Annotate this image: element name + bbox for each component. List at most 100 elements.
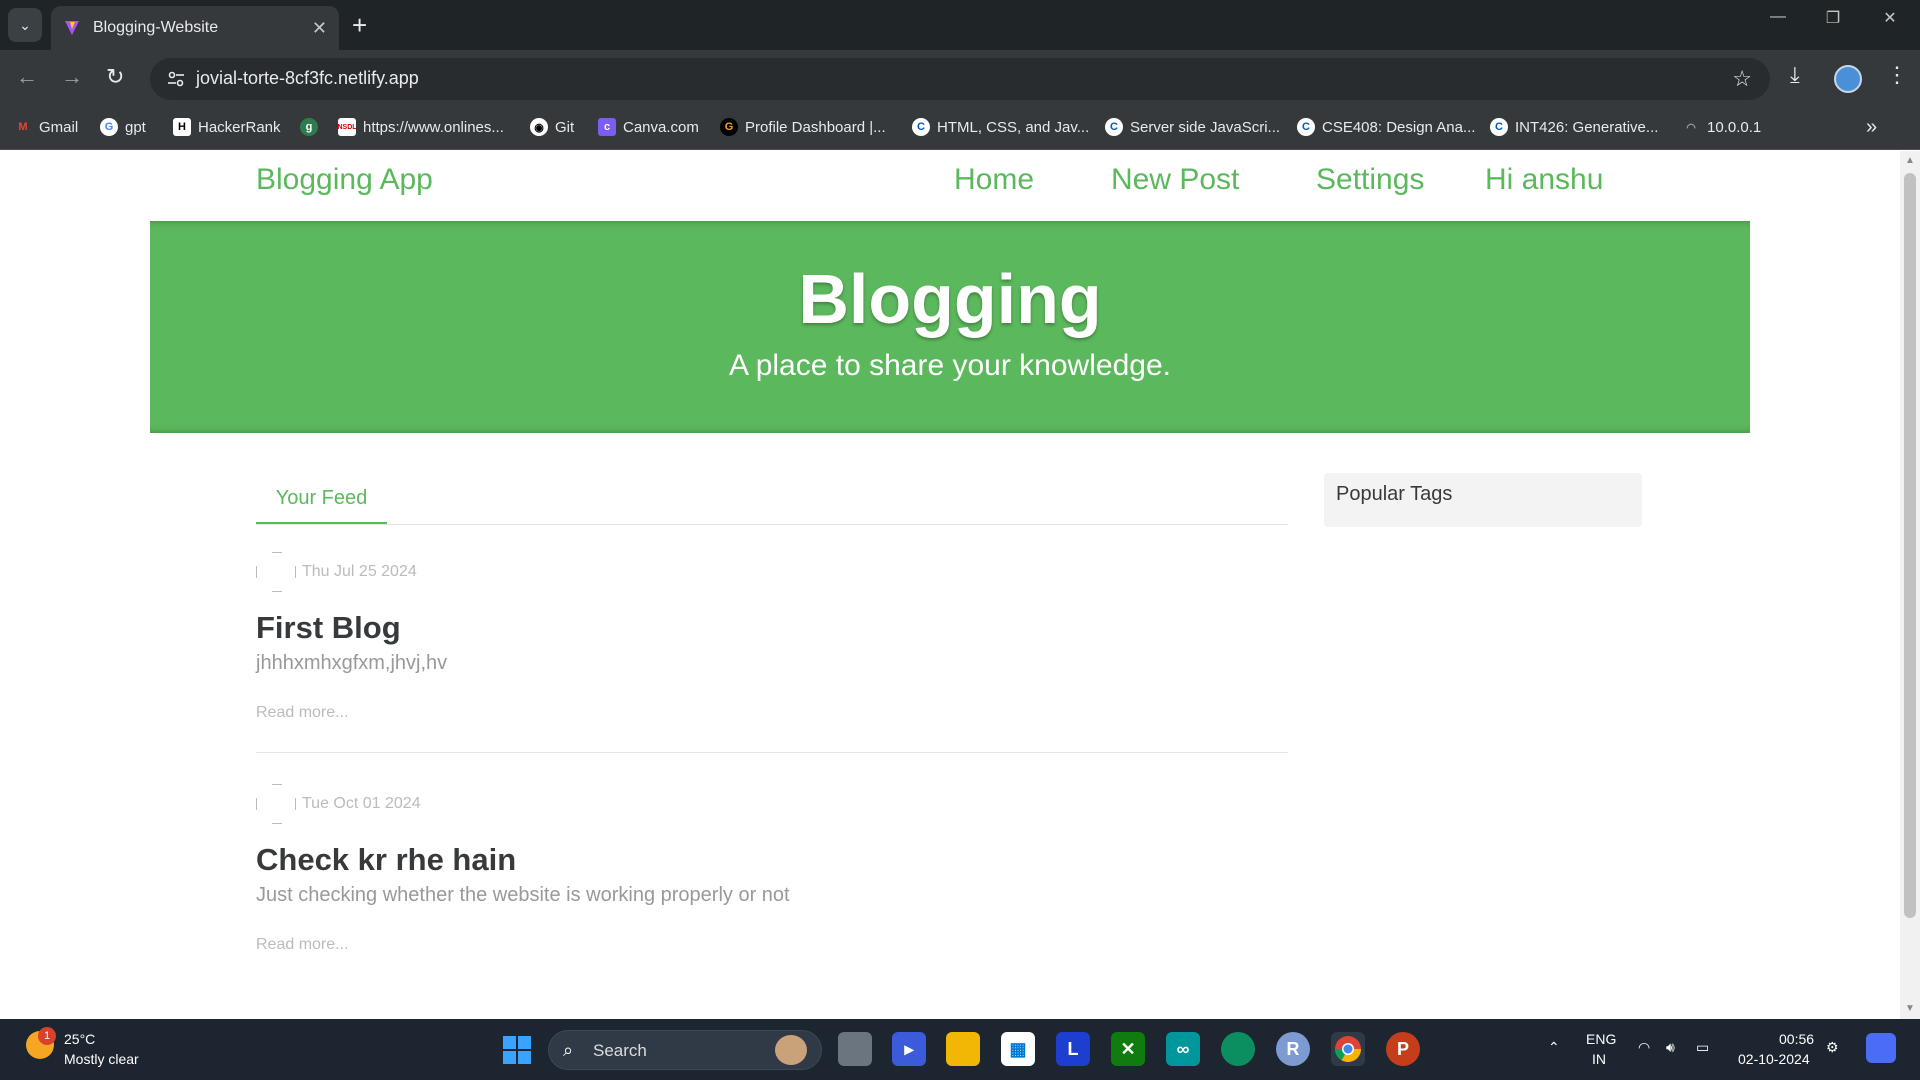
bookmark-canva[interactable]: c Canva.com xyxy=(598,118,699,136)
profile-icon: G xyxy=(720,118,738,136)
back-button[interactable]: ← xyxy=(16,64,38,90)
tab-title: Blogging-Website xyxy=(93,19,219,36)
battery-icon[interactable]: ▭ xyxy=(1696,1039,1709,1056)
bookmark-nsdl[interactable]: NSDL https://www.onlines... xyxy=(337,118,504,136)
read-more-link[interactable]: Read more... xyxy=(256,936,348,954)
brand-link[interactable]: Blogging App xyxy=(256,163,433,197)
hero-banner: Blogging A place to share your knowledge… xyxy=(150,221,1750,433)
taskbar-search[interactable]: ⌕ Search xyxy=(548,1030,822,1070)
nsdl-icon: NSDL xyxy=(337,118,357,136)
hackerrank-icon: H xyxy=(173,118,191,136)
google-icon: G xyxy=(100,118,118,136)
vite-favicon-icon xyxy=(65,21,79,35)
edge-icon[interactable] xyxy=(1221,1032,1255,1066)
bookmark-cse408[interactable]: C CSE408: Design Ana... xyxy=(1297,118,1475,136)
popular-tags-panel: Popular Tags xyxy=(1324,473,1642,527)
bookmark-gpt[interactable]: Ggpt xyxy=(100,118,146,136)
browser-titlebar: ⌄ Blogging-Website ✕ + — ❐ ✕ xyxy=(0,0,1920,50)
article-description[interactable]: Just checking whether the website is wor… xyxy=(256,884,790,907)
close-tab-icon[interactable]: ✕ xyxy=(312,18,327,39)
bookmark-git[interactable]: ◉ Git xyxy=(530,118,574,136)
download-icon[interactable]: ⤓ xyxy=(1790,62,1800,88)
nav-settings[interactable]: Settings xyxy=(1316,163,1424,197)
chrome-logo-icon xyxy=(1334,1036,1362,1063)
scrollbar-thumb[interactable] xyxy=(1904,173,1916,918)
bookmark-gb[interactable]: g xyxy=(300,118,325,136)
new-tab-button[interactable]: + xyxy=(352,10,367,40)
l-app-icon[interactable]: L xyxy=(1056,1032,1090,1066)
copilot-icon[interactable]: ▸ xyxy=(892,1032,926,1066)
tab-search-button[interactable]: ⌄ xyxy=(8,8,42,42)
article-date: Tue Oct 01 2024 xyxy=(302,795,421,812)
xbox-icon[interactable]: ✕ xyxy=(1111,1032,1145,1066)
r-app-icon[interactable]: R xyxy=(1276,1032,1310,1066)
article-date: Thu Jul 25 2024 xyxy=(302,563,417,580)
notification-icon[interactable]: ⚙ xyxy=(1826,1039,1839,1056)
microsoft-store-icon[interactable]: ▦ xyxy=(1001,1032,1035,1066)
author-avatar[interactable] xyxy=(256,552,296,592)
gmail-icon: M xyxy=(18,121,28,133)
language-code[interactable]: ENG xyxy=(1586,1031,1616,1047)
hero-subtitle: A place to share your knowledge. xyxy=(729,349,1171,382)
coursera-icon: C xyxy=(1105,118,1123,136)
forward-button[interactable]: → xyxy=(61,64,83,90)
author-avatar[interactable] xyxy=(256,784,296,824)
temperature[interactable]: 25°C xyxy=(64,1031,95,1047)
volume-icon[interactable]: 🔊︎ xyxy=(1666,1039,1675,1056)
scroll-down-icon[interactable]: ▼ xyxy=(1905,1003,1915,1014)
search-placeholder: Search xyxy=(593,1041,647,1060)
nav-new-post[interactable]: New Post xyxy=(1111,163,1239,197)
file-explorer-icon[interactable] xyxy=(946,1032,980,1066)
region-code[interactable]: IN xyxy=(1592,1051,1606,1067)
hero-title: Blogging xyxy=(798,260,1102,338)
article-meta: Tue Oct 01 2024 xyxy=(256,784,421,824)
reload-button[interactable]: ↻ xyxy=(106,64,124,90)
weather-badge: 1 xyxy=(38,1027,56,1045)
bookmark-profile-dashboard[interactable]: G Profile Dashboard |... xyxy=(720,118,886,136)
read-more-link[interactable]: Read more... xyxy=(256,704,348,722)
address-bar[interactable]: jovial-torte-8cf3fc.netlify.app ☆ xyxy=(150,58,1770,100)
task-view-icon[interactable] xyxy=(838,1032,872,1066)
bookmark-router[interactable]: ◠ 10.0.0.1 xyxy=(1682,118,1761,136)
menu-dots-icon[interactable]: ⋮ xyxy=(1886,62,1908,88)
powerpoint-icon[interactable]: P xyxy=(1386,1032,1420,1066)
restore-button[interactable]: ❐ xyxy=(1813,8,1853,28)
arduino-icon[interactable]: ∞ xyxy=(1166,1032,1200,1066)
bookmark-server-side-js[interactable]: C Server side JavaScri... xyxy=(1105,118,1280,136)
browser-toolbar: ← → ↻ jovial-torte-8cf3fc.netlify.app ☆ … xyxy=(0,50,1920,108)
article-description[interactable]: jhhhxmhxgfxm,jhvj,hv xyxy=(256,652,447,675)
bookmark-gmail[interactable]: M Gmail xyxy=(14,118,78,136)
more-bookmarks-icon[interactable]: » xyxy=(1866,116,1877,139)
bookmark-int426[interactable]: C INT426: Generative... xyxy=(1490,118,1658,136)
bookmark-hackerrank[interactable]: H HackerRank xyxy=(173,118,281,136)
scroll-up-icon[interactable]: ▲ xyxy=(1905,155,1915,166)
tab-your-feed[interactable]: Your Feed xyxy=(256,471,387,524)
canva-icon: c xyxy=(598,118,616,136)
nav-home[interactable]: Home xyxy=(954,163,1034,197)
wifi-icon[interactable]: ◠ xyxy=(1638,1039,1650,1056)
search-icon: ⌕ xyxy=(563,1040,574,1060)
bookmark-html-css[interactable]: C HTML, CSS, and Jav... xyxy=(912,118,1089,136)
coursera-icon: C xyxy=(1490,118,1508,136)
web-page: Blogging App Home New Post Settings Hi a… xyxy=(0,151,1900,1019)
nav-profile[interactable]: Hi anshu xyxy=(1485,163,1603,197)
show-hidden-icons[interactable]: ⌃ xyxy=(1548,1039,1560,1056)
weather-condition[interactable]: Mostly clear xyxy=(64,1051,139,1067)
clock-time[interactable]: 00:56 xyxy=(1779,1031,1814,1047)
close-window-button[interactable]: ✕ xyxy=(1870,8,1910,28)
bookmark-star-icon[interactable]: ☆ xyxy=(1732,66,1752,92)
article-title[interactable]: First Blog xyxy=(256,610,401,646)
site-settings-icon[interactable] xyxy=(164,67,188,91)
clock-date[interactable]: 02-10-2024 xyxy=(1738,1051,1810,1067)
windows-start-icon[interactable] xyxy=(503,1036,531,1064)
minimize-button[interactable]: — xyxy=(1758,8,1798,26)
chrome-icon[interactable] xyxy=(1331,1032,1365,1066)
bookmarks-bar: M Gmail Ggpt H HackerRank g NSDL https://ww… xyxy=(0,108,1920,150)
page-scrollbar[interactable]: ▲ ▼ xyxy=(1900,151,1920,1019)
copilot-pre-icon[interactable] xyxy=(1866,1033,1896,1063)
profile-avatar[interactable] xyxy=(1834,65,1862,93)
url-text: jovial-torte-8cf3fc.netlify.app xyxy=(196,68,419,88)
article-title[interactable]: Check kr rhe hain xyxy=(256,842,516,878)
article-divider xyxy=(256,752,1288,753)
browser-tab[interactable]: Blogging-Website ✕ xyxy=(51,6,339,50)
